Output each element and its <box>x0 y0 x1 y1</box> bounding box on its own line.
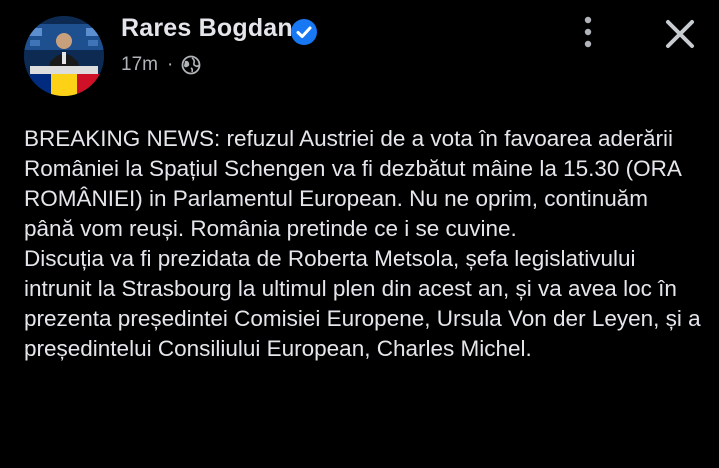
post-paragraph: Discuția va fi prezidata de Roberta Mets… <box>24 246 701 361</box>
close-button[interactable] <box>660 14 700 54</box>
timestamp[interactable]: 17m <box>121 54 158 76</box>
avatar[interactable] <box>24 16 104 96</box>
post-meta: 17m · <box>121 54 201 76</box>
more-options-icon <box>584 16 592 48</box>
post: Rares Bogdan 17m · BREAKING NEWS: refuzu… <box>0 0 719 468</box>
meta-separator: · <box>166 54 174 75</box>
post-paragraph: BREAKING NEWS: refuzul Austriei de a vot… <box>24 126 681 241</box>
author-name[interactable]: Rares Bogdan <box>121 14 293 43</box>
more-options-button[interactable] <box>570 14 606 50</box>
verified-badge-icon <box>291 19 317 45</box>
avatar-image <box>24 16 104 96</box>
close-icon <box>666 20 694 48</box>
post-body: BREAKING NEWS: refuzul Austriei de a vot… <box>24 124 704 364</box>
globe-icon <box>181 55 201 75</box>
